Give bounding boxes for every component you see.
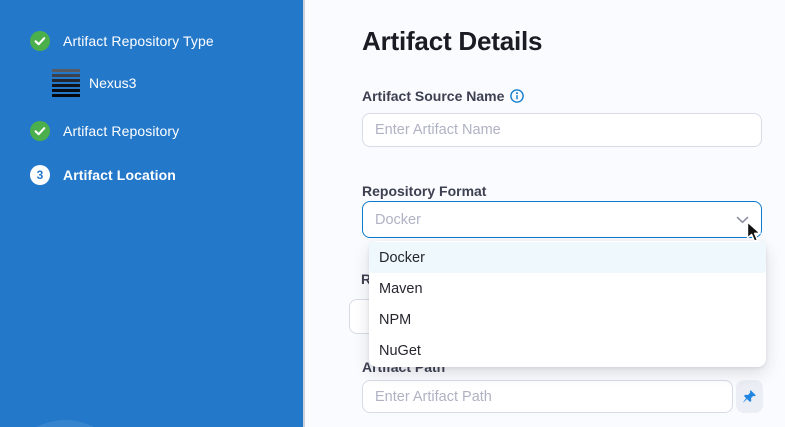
artifact-source-name-input[interactable] [362, 113, 762, 147]
check-icon [30, 31, 50, 51]
check-icon [30, 121, 50, 141]
chevron-down-icon [736, 216, 749, 224]
step-label: Artifact Repository [63, 123, 179, 139]
step-label: Artifact Repository Type [63, 33, 214, 49]
artifact-details-panel: Artifact Details Artifact Source Name Re… [307, 0, 785, 427]
dropdown-option-maven[interactable]: Maven [369, 273, 766, 304]
page-title: Artifact Details [362, 26, 542, 57]
wizard-steps-sidebar: Artifact Repository Type Nexus3 Artifact… [0, 0, 305, 427]
dropdown-option-docker[interactable]: Docker [369, 242, 766, 273]
sidebar-watermark-circle [3, 420, 127, 427]
artifact-source-name-label: Artifact Source Name [362, 88, 524, 104]
sidebar-item-nexus3[interactable]: Nexus3 [52, 69, 136, 97]
artifact-path-input[interactable] [362, 380, 733, 413]
dropdown-option-npm[interactable]: NPM [369, 304, 766, 335]
substep-label: Nexus3 [89, 75, 136, 91]
artifact-wizard-page: Artifact Repository Type Nexus3 Artifact… [0, 0, 785, 427]
sidebar-item-artifact-repository-type[interactable]: Artifact Repository Type [30, 31, 214, 51]
info-icon[interactable] [510, 89, 524, 103]
repository-format-select[interactable]: Docker [362, 201, 762, 238]
sidebar-item-artifact-repository[interactable]: Artifact Repository [30, 121, 179, 141]
dropdown-option-nuget[interactable]: NuGet [369, 335, 766, 366]
nexus3-icon [52, 69, 80, 97]
repository-format-label: Repository Format [362, 183, 486, 199]
step-number-badge: 3 [30, 165, 50, 185]
selected-value: Docker [375, 212, 736, 228]
step-label: Artifact Location [63, 167, 176, 183]
pin-icon [742, 389, 757, 404]
pin-runtime-input-button[interactable] [736, 380, 763, 413]
repository-format-dropdown-menu: Docker Maven NPM NuGet [369, 241, 766, 367]
sidebar-item-artifact-location[interactable]: 3 Artifact Location [30, 165, 176, 185]
